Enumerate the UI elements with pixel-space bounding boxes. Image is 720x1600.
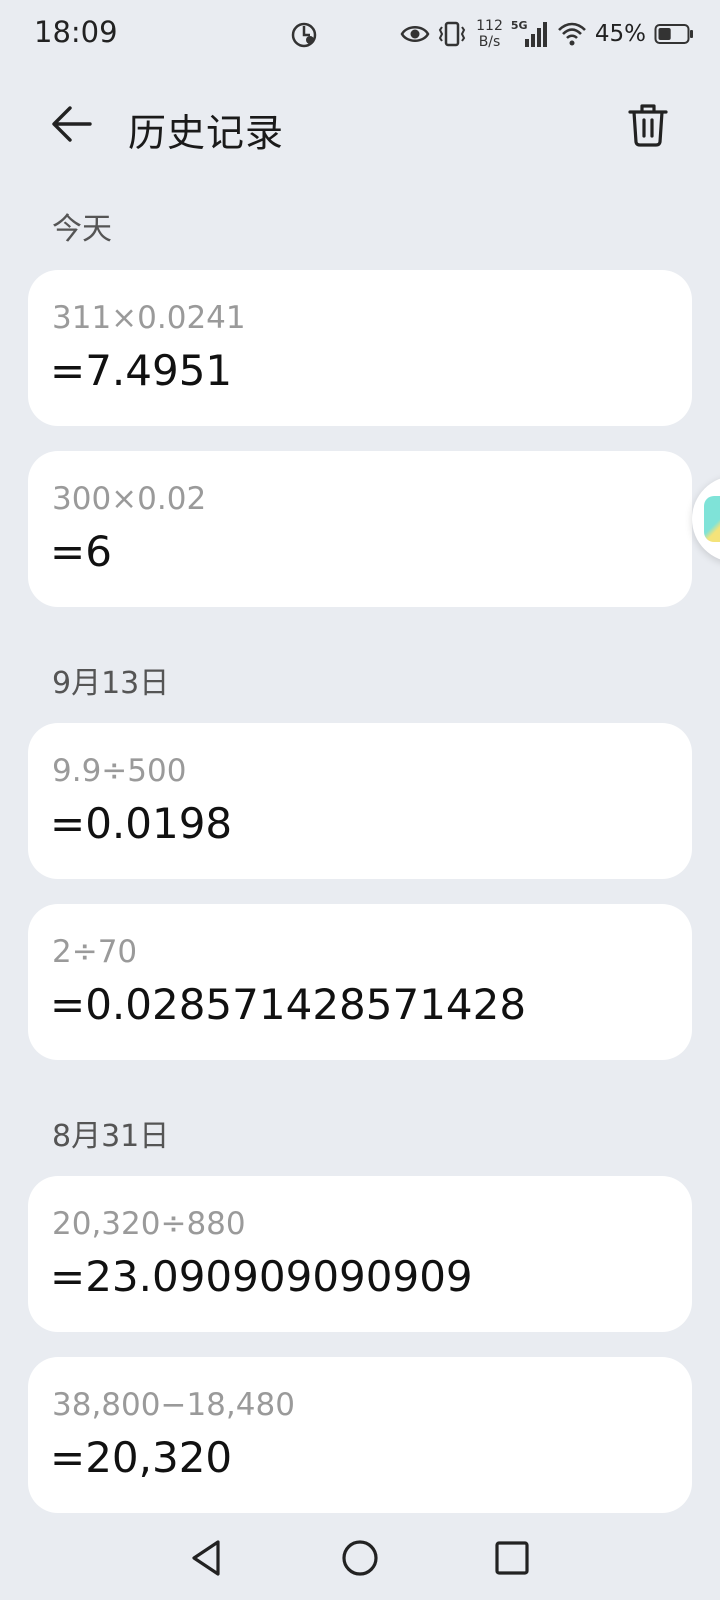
arrow-left-icon xyxy=(52,106,92,142)
history-result: =0.028571428571428 xyxy=(50,980,527,1029)
history-expression: 38,800−18,480 xyxy=(52,1387,295,1423)
triangle-back-icon xyxy=(192,1540,220,1576)
history-result: =23.090909090909 xyxy=(50,1252,473,1301)
network-speed: 112 B/s xyxy=(476,18,503,50)
history-result: =20,320 xyxy=(50,1433,233,1482)
assistant-icon xyxy=(704,496,720,542)
wifi-icon xyxy=(557,22,587,46)
nav-back-button[interactable] xyxy=(178,1530,234,1586)
eye-icon xyxy=(400,23,430,45)
back-button[interactable] xyxy=(44,100,100,148)
history-expression: 2÷70 xyxy=(52,934,138,970)
section-date-today: 今天 xyxy=(52,212,112,247)
network-speed-value: 112 xyxy=(476,18,503,34)
status-icons: 112 B/s 5G 45% xyxy=(400,14,694,54)
trash-icon xyxy=(628,104,668,147)
history-result: =0.0198 xyxy=(50,799,233,848)
history-entry[interactable]: 311×0.0241 =7.4951 xyxy=(28,270,692,426)
history-expression: 20,320÷880 xyxy=(52,1206,246,1242)
battery-icon xyxy=(654,23,694,45)
history-result: =7.4951 xyxy=(50,346,233,395)
vibrate-icon xyxy=(438,21,466,47)
data-saver-icon xyxy=(289,20,319,50)
app-bar: 历史记录 xyxy=(0,80,720,170)
history-screen: 18:09 112 B/s 5G 45% 历史记录 今天 311×0.0241 … xyxy=(0,0,720,1600)
nav-recents-button[interactable] xyxy=(484,1530,540,1586)
page-title: 历史记录 xyxy=(128,111,285,155)
history-expression: 300×0.02 xyxy=(52,481,207,517)
nav-home-button[interactable] xyxy=(332,1530,388,1586)
network-speed-unit: B/s xyxy=(478,34,501,50)
section-date-aug-31: 8月31日 xyxy=(52,1119,170,1154)
history-expression: 311×0.0241 xyxy=(52,300,246,336)
system-navigation-bar xyxy=(0,1510,720,1600)
battery-percent: 45% xyxy=(594,21,646,47)
history-entry[interactable]: 9.9÷500 =0.0198 xyxy=(28,723,692,879)
history-entry[interactable]: 2÷70 =0.028571428571428 xyxy=(28,904,692,1060)
square-recents-icon xyxy=(495,1541,529,1575)
signal-icon: 5G xyxy=(510,19,549,47)
history-entry[interactable]: 20,320÷880 =23.090909090909 xyxy=(28,1176,692,1332)
network-type: 5G xyxy=(510,19,528,32)
history-entry[interactable]: 38,800−18,480 =20,320 xyxy=(28,1357,692,1513)
status-bar: 18:09 112 B/s 5G 45% xyxy=(0,0,720,70)
history-expression: 9.9÷500 xyxy=(52,753,187,789)
circle-home-icon xyxy=(342,1540,378,1576)
status-time: 18:09 xyxy=(34,15,118,49)
clear-history-button[interactable] xyxy=(620,98,676,152)
floating-assistant-button[interactable] xyxy=(692,476,720,562)
section-date-sep-13: 9月13日 xyxy=(52,666,170,701)
history-entry[interactable]: 300×0.02 =6 xyxy=(28,451,692,607)
history-result: =6 xyxy=(50,527,112,576)
